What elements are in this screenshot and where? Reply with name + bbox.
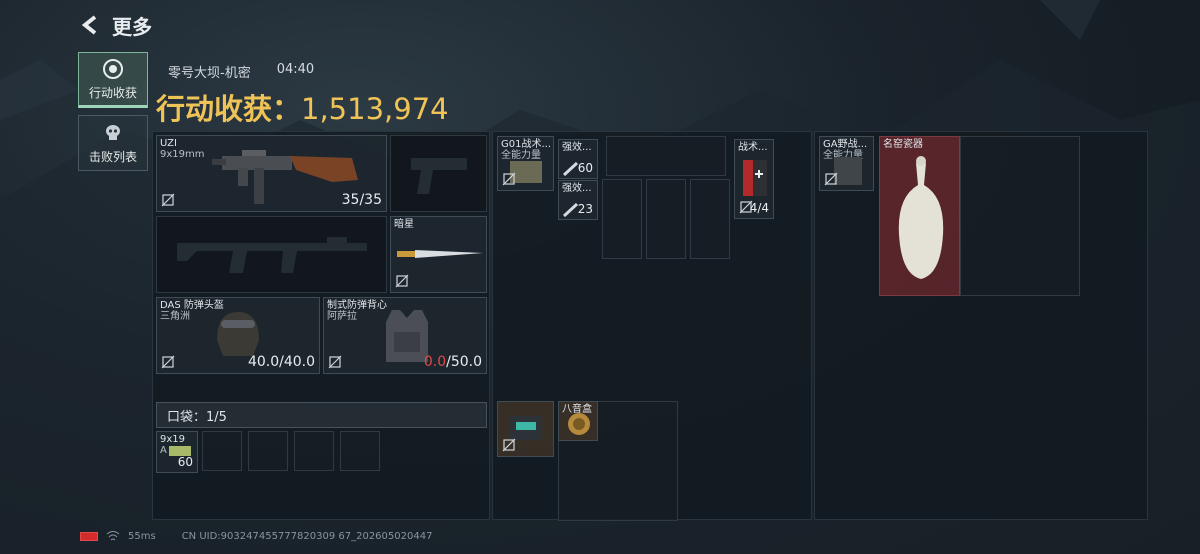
ping: 55ms xyxy=(128,530,156,542)
rig-item-stim-2[interactable]: 强效... 23 xyxy=(558,180,598,220)
weapon-name: UZI xyxy=(160,138,177,149)
backpack-item-vase[interactable]: 名窑瓷器 xyxy=(879,136,960,296)
footer-status: 55ms CN UID:903247455777820309 67_202605… xyxy=(80,530,432,542)
porcelain-vase-icon xyxy=(898,156,944,279)
stim-count: 23 xyxy=(577,202,593,216)
income-label: 行动收获： xyxy=(156,92,302,126)
syringe-icon xyxy=(563,203,579,217)
tab-kill-list[interactable]: 击败列表 xyxy=(78,115,148,171)
uzi-weapon-icon xyxy=(212,150,358,204)
weapon-ammo: 35/35 xyxy=(341,192,382,208)
helmet-slot[interactable]: DAS 防弹头盔 三角洲 40.0/40.0 xyxy=(156,297,320,374)
rifle-placeholder-icon xyxy=(177,237,367,273)
unlock-icon xyxy=(161,355,175,369)
battery-icon xyxy=(80,531,98,541)
pocket-cell[interactable] xyxy=(248,431,288,471)
unlock-icon xyxy=(502,438,516,452)
pistol-placeholder-icon xyxy=(411,158,467,194)
target-icon xyxy=(103,58,123,79)
pocket-label: 口袋：1/5 xyxy=(167,409,227,425)
page-title: 更多 xyxy=(112,14,152,39)
safe-box-slot[interactable] xyxy=(497,401,554,457)
vase-name: 名窑瓷器 xyxy=(883,139,923,150)
vest-durability-current: 0.0 xyxy=(423,354,447,370)
rig-item-stim-1[interactable]: 强效... 60 xyxy=(558,139,598,179)
knife-icon xyxy=(397,250,483,258)
syringe-icon xyxy=(563,162,579,176)
helmet-sub: 三角洲 xyxy=(160,311,190,322)
container-item-music-box[interactable]: 八音盒 xyxy=(558,401,598,441)
unlock-icon xyxy=(395,274,409,288)
top-bar: 更多 xyxy=(78,10,152,40)
vest-name: 制式防弹背心 xyxy=(327,300,387,311)
pocket-item-ammo[interactable]: 9x19 A 60 xyxy=(156,431,198,473)
tab-action-gains[interactable]: 行动收获 xyxy=(78,52,148,108)
rig-cell-tall[interactable] xyxy=(602,179,642,259)
skull-icon xyxy=(106,124,120,140)
helmet-durability: 40.0/40.0 xyxy=(247,354,315,370)
pocket-cell[interactable] xyxy=(340,431,380,471)
user-uid: CN UID:903247455777820309 67_20260502044… xyxy=(181,530,433,542)
backpack-grid[interactable] xyxy=(960,136,1080,296)
rig-cell-tall[interactable] xyxy=(690,179,730,259)
music-box-icon xyxy=(568,413,590,435)
chevron-left-icon[interactable] xyxy=(78,13,102,37)
backpack-slot[interactable]: GA野战... 全能力量 xyxy=(819,136,874,191)
rig-item-tactical[interactable]: 战术... 4/4 xyxy=(734,139,774,219)
sidearm-slot[interactable] xyxy=(390,135,487,212)
pocket-cell[interactable] xyxy=(202,431,242,471)
tactical-count: 4/4 xyxy=(749,201,769,215)
match-info: 零号大坝-机密 04:40 xyxy=(168,62,314,81)
vest-durability-max: /50.0 xyxy=(446,354,482,370)
tactical-name: 战术... xyxy=(738,142,768,153)
wifi-icon xyxy=(106,531,120,541)
income-display: 行动收获： 1,513,974 xyxy=(156,86,449,128)
tab-action-gains-label: 行动收获 xyxy=(88,85,137,100)
ammo-count: 60 xyxy=(177,455,193,469)
unlock-icon xyxy=(502,172,516,186)
vest-durability: 0.0/50.0 xyxy=(424,354,482,370)
secondary-weapon-slot[interactable] xyxy=(156,216,387,293)
income-value: 1,513,974 xyxy=(301,92,449,126)
unlock-icon xyxy=(824,172,838,186)
pocket-header: 口袋：1/5 xyxy=(156,402,487,428)
map-name: 零号大坝-机密 xyxy=(168,66,251,81)
vest-slot[interactable]: 制式防弹背心 阿萨拉 0.0/50.0 xyxy=(323,297,487,374)
pocket-cell[interactable] xyxy=(294,431,334,471)
unlock-icon xyxy=(161,193,175,207)
stim-count: 60 xyxy=(577,161,593,175)
rig-cell-tall[interactable] xyxy=(646,179,686,259)
vest-sub: 阿萨拉 xyxy=(327,311,357,322)
bag-name: GA野战... xyxy=(823,139,868,150)
chest-rig-slot[interactable]: G01战术... 全能力量 xyxy=(497,136,554,191)
stim-name: 强效... xyxy=(562,142,592,153)
tab-kill-list-label: 击败列表 xyxy=(88,149,137,164)
weapon-caliber: 9x19mm xyxy=(160,149,205,160)
ammo-sub: A xyxy=(160,445,167,456)
unlock-icon xyxy=(328,355,342,369)
rig-name: G01战术... xyxy=(501,139,552,150)
melee-slot[interactable]: 暗星 xyxy=(390,216,487,293)
rig-cell-wide[interactable] xyxy=(606,136,726,176)
primary-weapon-slot[interactable]: UZI 9x19mm 35/35 xyxy=(156,135,387,212)
melee-name: 暗星 xyxy=(394,219,414,230)
match-time: 04:40 xyxy=(276,62,315,77)
medkit-icon xyxy=(743,160,767,196)
stim-name: 强效... xyxy=(562,183,592,194)
